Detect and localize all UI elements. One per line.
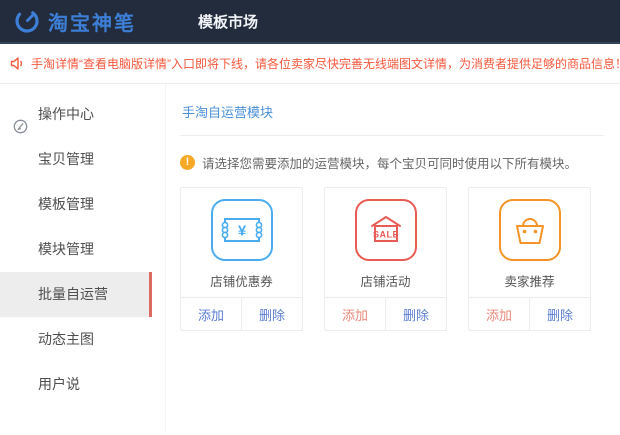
sidebar-item-template-manage[interactable]: 模板管理 [0, 182, 152, 227]
warning-icon: ! [180, 155, 195, 170]
svg-text:¥: ¥ [237, 223, 246, 240]
page-title: 手淘自运营模块 [180, 98, 604, 136]
sidebar-item-item-manage[interactable]: 宝贝管理 [0, 137, 152, 182]
sidebar-item-batch-self-operation[interactable]: 批量自运营 [0, 272, 152, 317]
sidebar-item-label: 批量自运营 [38, 286, 108, 302]
sidebar-item-dynamic-main-image[interactable]: 动态主图 [0, 317, 152, 362]
shopping-bag-icon [499, 199, 561, 261]
module-card-list: ¥ 店铺优惠券 添加 删除 SALE 店铺活动 [180, 187, 604, 331]
app-logo[interactable]: 淘宝神笔 [14, 7, 136, 36]
delete-button[interactable]: 删除 [242, 298, 302, 330]
card-actions: 添加 删除 [469, 297, 590, 330]
logo-pen-icon [14, 8, 40, 34]
module-card-label: 卖家推荐 [469, 271, 590, 290]
add-button[interactable]: 添加 [181, 298, 242, 330]
sidebar-item-module-manage[interactable]: 模块管理 [0, 227, 152, 272]
sidebar-item-label: 宝贝管理 [38, 151, 94, 167]
sidebar: 操作中心 宝贝管理 模板管理 模块管理 批量自运营 动态主图 用户说 [0, 84, 152, 433]
module-card-seller-recommend: 卖家推荐 添加 删除 [468, 187, 591, 331]
nav-template-market[interactable]: 模板市场 [198, 11, 258, 32]
sidebar-item-label: 模块管理 [38, 241, 94, 257]
module-card-shop-activity: SALE 店铺活动 添加 删除 [324, 187, 447, 331]
add-button[interactable]: 添加 [325, 298, 386, 330]
sale-sign-icon: SALE [355, 199, 417, 261]
main-content: 手淘自运营模块 ! 请选择您需要添加的运营模块，每个宝贝可同时使用以下所有模块。 [165, 84, 620, 433]
module-card-coupon: ¥ 店铺优惠券 添加 删除 [180, 187, 303, 331]
operation-center-icon [13, 107, 28, 122]
notice-row: ! 请选择您需要添加的运营模块，每个宝贝可同时使用以下所有模块。 [180, 153, 604, 172]
sidebar-item-label: 动态主图 [38, 331, 94, 347]
sidebar-item-label: 模板管理 [38, 196, 94, 212]
sidebar-item-operation-center[interactable]: 操作中心 [0, 92, 152, 137]
active-indicator [149, 272, 152, 317]
announcement-text: 手淘详情“查看电脑版详情”入口即将下线，请各位卖家尽快完善无线端图文详情，为消费… [31, 55, 620, 72]
delete-button[interactable]: 删除 [530, 298, 590, 330]
card-actions: 添加 删除 [325, 297, 446, 330]
delete-button[interactable]: 删除 [386, 298, 446, 330]
notice-text: 请选择您需要添加的运营模块，每个宝贝可同时使用以下所有模块。 [202, 153, 577, 172]
module-card-label: 店铺活动 [325, 271, 446, 290]
sidebar-item-user-reviews[interactable]: 用户说 [0, 362, 152, 407]
add-button[interactable]: 添加 [469, 298, 530, 330]
sidebar-item-label: 操作中心 [38, 106, 94, 122]
module-card-label: 店铺优惠券 [181, 271, 302, 290]
coupon-icon: ¥ [211, 199, 273, 261]
svg-text:SALE: SALE [372, 230, 398, 240]
megaphone-icon [10, 56, 25, 71]
card-actions: 添加 删除 [181, 297, 302, 330]
announcement-bar: 手淘详情“查看电脑版详情”入口即将下线，请各位卖家尽快完善无线端图文详情，为消费… [0, 44, 620, 84]
sidebar-item-label: 用户说 [38, 376, 80, 392]
app-header: 淘宝神笔 模板市场 [0, 0, 620, 44]
logo-text: 淘宝神笔 [48, 7, 136, 36]
